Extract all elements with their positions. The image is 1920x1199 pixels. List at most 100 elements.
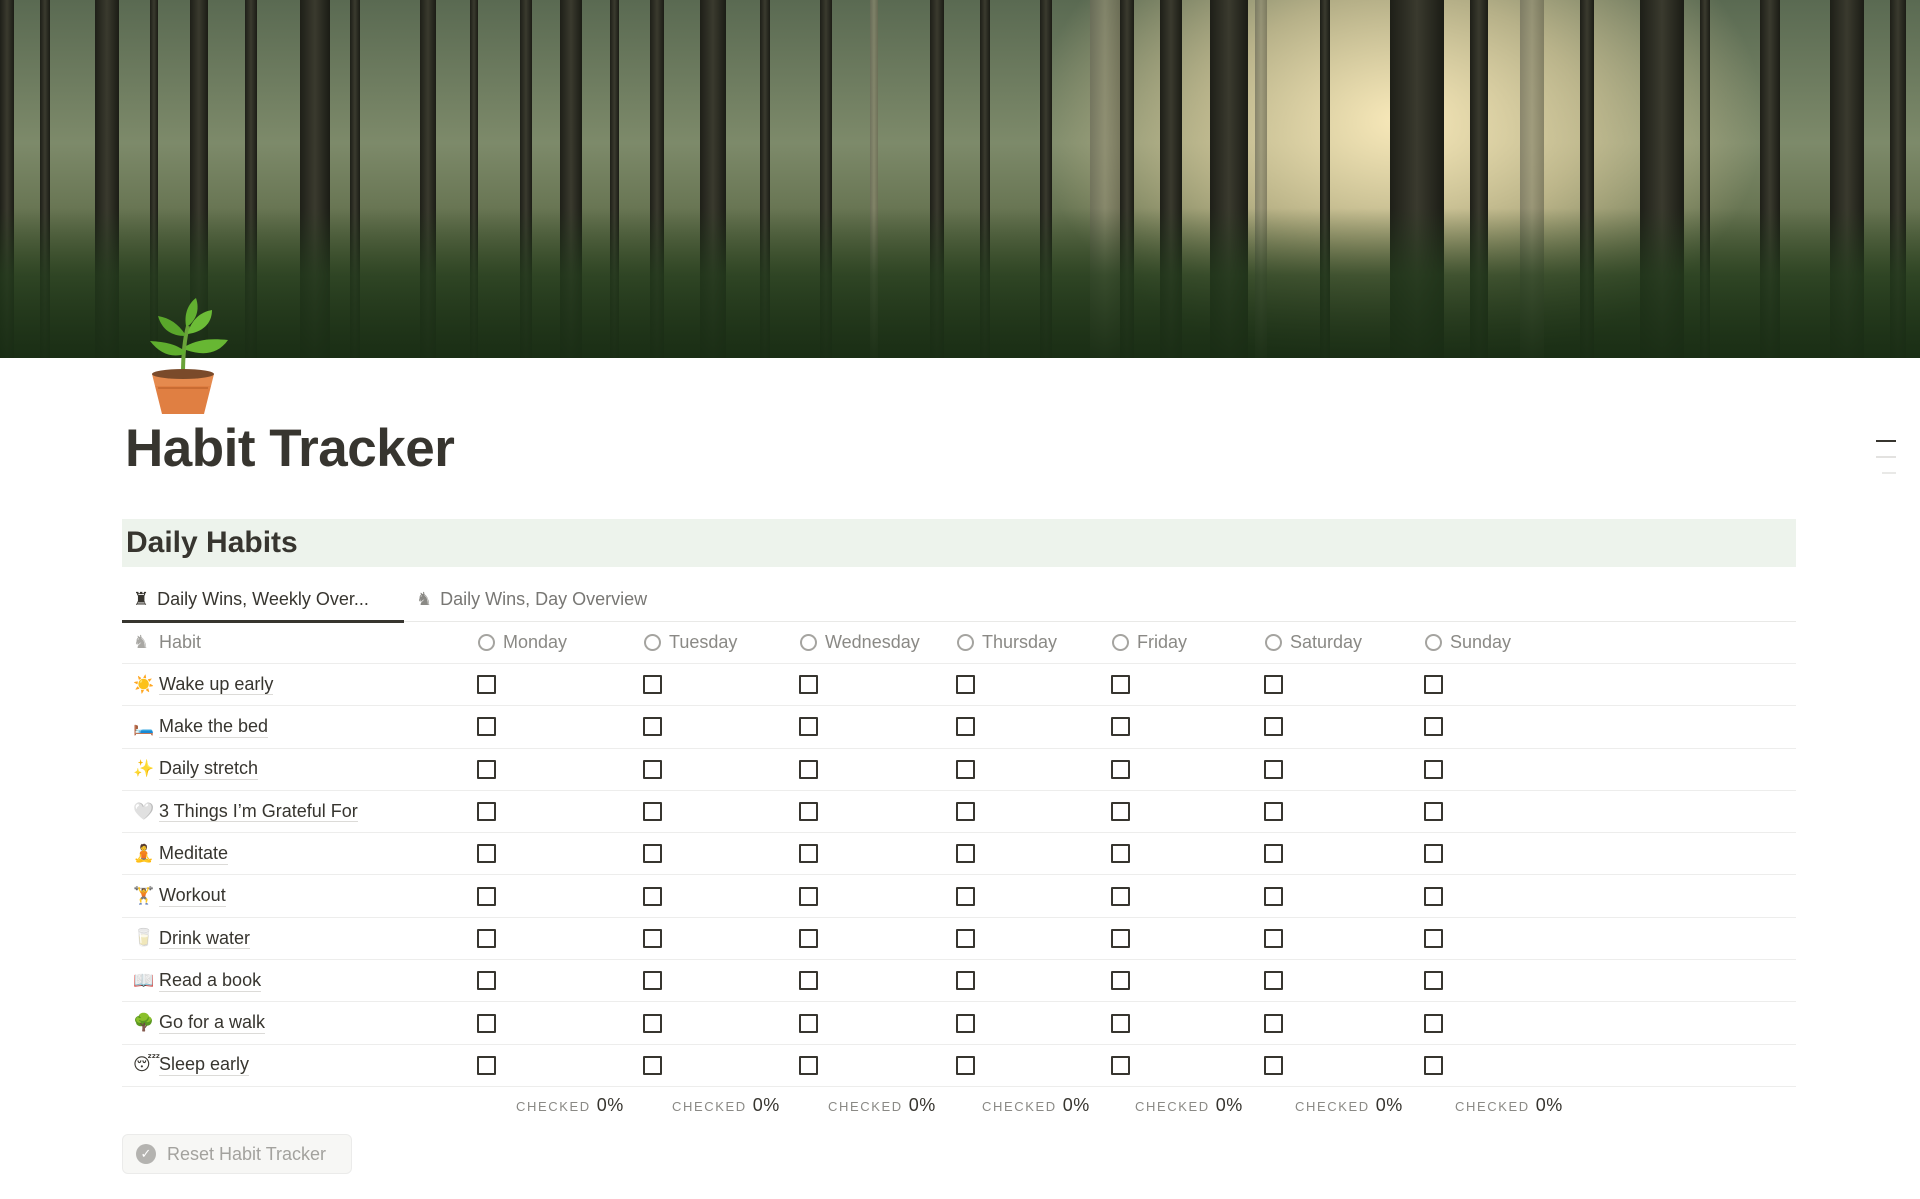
checkbox-tuesday[interactable] — [643, 971, 662, 991]
checkbox-thursday[interactable] — [956, 717, 975, 737]
checkbox-thursday[interactable] — [956, 802, 975, 822]
checkbox-friday[interactable] — [1111, 886, 1130, 906]
table-row[interactable]: 🛏️ Make the bed — [122, 706, 1796, 749]
checkbox-monday[interactable] — [477, 886, 496, 906]
checkbox-tuesday[interactable] — [643, 1055, 662, 1075]
potted-plant-icon[interactable] — [128, 296, 238, 416]
checkbox-saturday[interactable] — [1264, 802, 1283, 822]
checkbox-monday[interactable] — [477, 844, 496, 864]
checkbox-tuesday[interactable] — [643, 675, 662, 695]
checkbox-monday[interactable] — [477, 971, 496, 991]
checkbox-monday[interactable] — [477, 928, 496, 948]
checkbox-saturday[interactable] — [1264, 1055, 1283, 1075]
calculation-wednesday[interactable]: CHECKED 0% — [828, 1095, 936, 1123]
table-row[interactable]: 🏋️ Workout — [122, 875, 1796, 918]
checkbox-wednesday[interactable] — [799, 717, 818, 737]
habit-name-link[interactable]: Daily stretch — [159, 758, 259, 781]
column-header-thursday[interactable]: Thursday — [957, 622, 1057, 663]
habit-name-link[interactable]: Drink water — [159, 928, 251, 950]
habit-cell[interactable]: 🤍 3 Things I’m Grateful For — [133, 791, 358, 832]
checkbox-saturday[interactable] — [1264, 1013, 1283, 1033]
checkbox-friday[interactable] — [1111, 675, 1130, 695]
table-row[interactable]: 📖 Read a book — [122, 960, 1796, 1003]
toc-line[interactable] — [1882, 472, 1896, 474]
toc-line[interactable] — [1876, 456, 1896, 458]
checkbox-sunday[interactable] — [1424, 928, 1443, 948]
checkbox-thursday[interactable] — [956, 1013, 975, 1033]
habit-cell[interactable]: 🥛 Drink water — [133, 918, 251, 959]
habit-cell[interactable]: 😴 Sleep early — [133, 1045, 250, 1086]
habit-cell[interactable]: 🧘 Meditate — [133, 833, 229, 874]
habit-cell[interactable]: 🏋️ Workout — [133, 875, 226, 916]
checkbox-friday[interactable] — [1111, 717, 1130, 737]
habit-cell[interactable]: 🛏️ Make the bed — [133, 706, 269, 747]
habit-name-link[interactable]: 3 Things I’m Grateful For — [159, 801, 358, 823]
habit-name-link[interactable]: Meditate — [159, 843, 229, 865]
checkbox-thursday[interactable] — [956, 675, 975, 695]
calculation-thursday[interactable]: CHECKED 0% — [982, 1095, 1090, 1123]
table-row[interactable]: 🥛 Drink water — [122, 918, 1796, 961]
checkbox-tuesday[interactable] — [643, 886, 662, 906]
checkbox-thursday[interactable] — [956, 971, 975, 991]
checkbox-wednesday[interactable] — [799, 1055, 818, 1075]
column-header-sunday[interactable]: Sunday — [1425, 622, 1511, 663]
habit-cell[interactable]: 📖 Read a book — [133, 960, 262, 1001]
checkbox-thursday[interactable] — [956, 759, 975, 779]
habit-cell[interactable]: 🌳 Go for a walk — [133, 1002, 266, 1043]
checkbox-wednesday[interactable] — [799, 971, 818, 991]
checkbox-tuesday[interactable] — [643, 759, 662, 779]
calculation-monday[interactable]: CHECKED 0% — [516, 1095, 624, 1123]
table-row[interactable]: 😴 Sleep early — [122, 1045, 1796, 1087]
habit-name-link[interactable]: Sleep early — [159, 1054, 250, 1077]
checkbox-tuesday[interactable] — [643, 717, 662, 737]
calculation-sunday[interactable]: CHECKED 0% — [1455, 1095, 1563, 1123]
habit-cell[interactable]: ☀️ Wake up early — [133, 664, 274, 705]
checkbox-friday[interactable] — [1111, 802, 1130, 822]
checkbox-saturday[interactable] — [1264, 844, 1283, 864]
checkbox-wednesday[interactable] — [799, 1013, 818, 1033]
table-row[interactable]: 🧘 Meditate — [122, 833, 1796, 876]
checkbox-monday[interactable] — [477, 802, 496, 822]
checkbox-saturday[interactable] — [1264, 675, 1283, 695]
checkbox-wednesday[interactable] — [799, 844, 818, 864]
table-row[interactable]: ☀️ Wake up early — [122, 664, 1796, 707]
checkbox-friday[interactable] — [1111, 1013, 1130, 1033]
column-header-wednesday[interactable]: Wednesday — [800, 622, 920, 663]
table-row[interactable]: 🤍 3 Things I’m Grateful For — [122, 791, 1796, 834]
checkbox-sunday[interactable] — [1424, 675, 1443, 695]
habit-name-link[interactable]: Read a book — [159, 970, 262, 992]
table-row[interactable]: 🌳 Go for a walk — [122, 1002, 1796, 1045]
habit-name-link[interactable]: Wake up early — [159, 674, 274, 696]
checkbox-tuesday[interactable] — [643, 802, 662, 822]
column-header-tuesday[interactable]: Tuesday — [644, 622, 737, 663]
checkbox-saturday[interactable] — [1264, 886, 1283, 906]
checkbox-sunday[interactable] — [1424, 802, 1443, 822]
column-header-monday[interactable]: Monday — [478, 622, 567, 663]
checkbox-monday[interactable] — [477, 675, 496, 695]
habit-name-link[interactable]: Go for a walk — [159, 1012, 266, 1034]
checkbox-friday[interactable] — [1111, 928, 1130, 948]
checkbox-wednesday[interactable] — [799, 675, 818, 695]
checkbox-saturday[interactable] — [1264, 717, 1283, 737]
column-header-habit[interactable]: ♞ Habit — [133, 622, 201, 663]
checkbox-thursday[interactable] — [956, 1055, 975, 1075]
checkbox-friday[interactable] — [1111, 844, 1130, 864]
habit-name-link[interactable]: Workout — [159, 885, 226, 907]
checkbox-friday[interactable] — [1111, 759, 1130, 779]
checkbox-saturday[interactable] — [1264, 928, 1283, 948]
habit-cell[interactable]: ✨ Daily stretch — [133, 749, 259, 790]
checkbox-wednesday[interactable] — [799, 928, 818, 948]
column-header-saturday[interactable]: Saturday — [1265, 622, 1362, 663]
checkbox-wednesday[interactable] — [799, 759, 818, 779]
checkbox-sunday[interactable] — [1424, 1013, 1443, 1033]
checkbox-tuesday[interactable] — [643, 1013, 662, 1033]
checkbox-sunday[interactable] — [1424, 971, 1443, 991]
checkbox-tuesday[interactable] — [643, 844, 662, 864]
toc-line-active[interactable] — [1876, 440, 1896, 442]
checkbox-tuesday[interactable] — [643, 928, 662, 948]
habit-name-link[interactable]: Make the bed — [159, 716, 269, 738]
checkbox-sunday[interactable] — [1424, 759, 1443, 779]
checkbox-sunday[interactable] — [1424, 717, 1443, 737]
checkbox-friday[interactable] — [1111, 1055, 1130, 1075]
calculation-saturday[interactable]: CHECKED 0% — [1295, 1095, 1403, 1123]
